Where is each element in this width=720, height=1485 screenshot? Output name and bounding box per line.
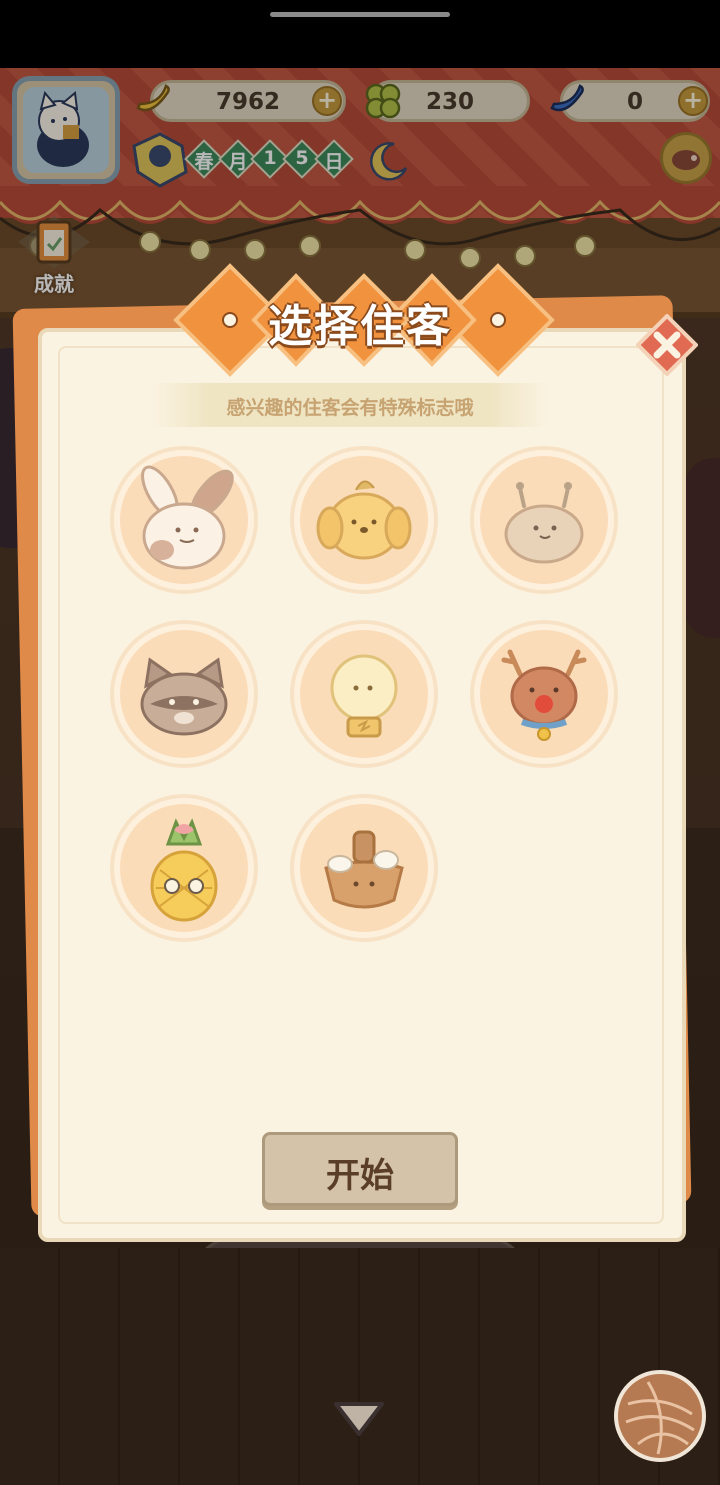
guest-slot-pudding-bowl[interactable]: [290, 794, 438, 942]
pineapple-guest-icon: [150, 818, 218, 922]
yarn-ball-icon: [622, 1378, 698, 1455]
reindeer-guest-icon: [501, 649, 587, 741]
start-button-label: 开始: [326, 1156, 394, 1196]
guest-slot-pineapple[interactable]: [110, 794, 258, 942]
raccoon-guest-icon: [140, 657, 228, 736]
guest-slot-reindeer[interactable]: [470, 620, 618, 768]
guest-slot-puppy[interactable]: [290, 446, 438, 594]
bunny-guest-icon: [141, 465, 234, 570]
gesture-pill: [270, 12, 450, 17]
lightbulb-guest-icon: [330, 654, 398, 738]
close-button[interactable]: [636, 314, 698, 376]
system-status-bar: [0, 0, 720, 68]
modal-title: 选择住客: [268, 301, 452, 352]
snail-guest-icon: [504, 482, 584, 564]
guest-slot-raccoon[interactable]: [110, 620, 258, 768]
guest-slot-snail[interactable]: [470, 446, 618, 594]
puppy-guest-icon: [316, 480, 412, 560]
guest-slot-lightbulb[interactable]: [290, 620, 438, 768]
modal-subtitle: 感兴趣的住客会有特殊标志哦: [226, 397, 474, 419]
guest-slot-bunny[interactable]: [110, 446, 258, 594]
pudding-bowl-guest-icon: [324, 830, 404, 909]
yarn-ball-button[interactable]: [614, 1370, 706, 1462]
collapse-arrow-icon[interactable]: [332, 1398, 386, 1440]
